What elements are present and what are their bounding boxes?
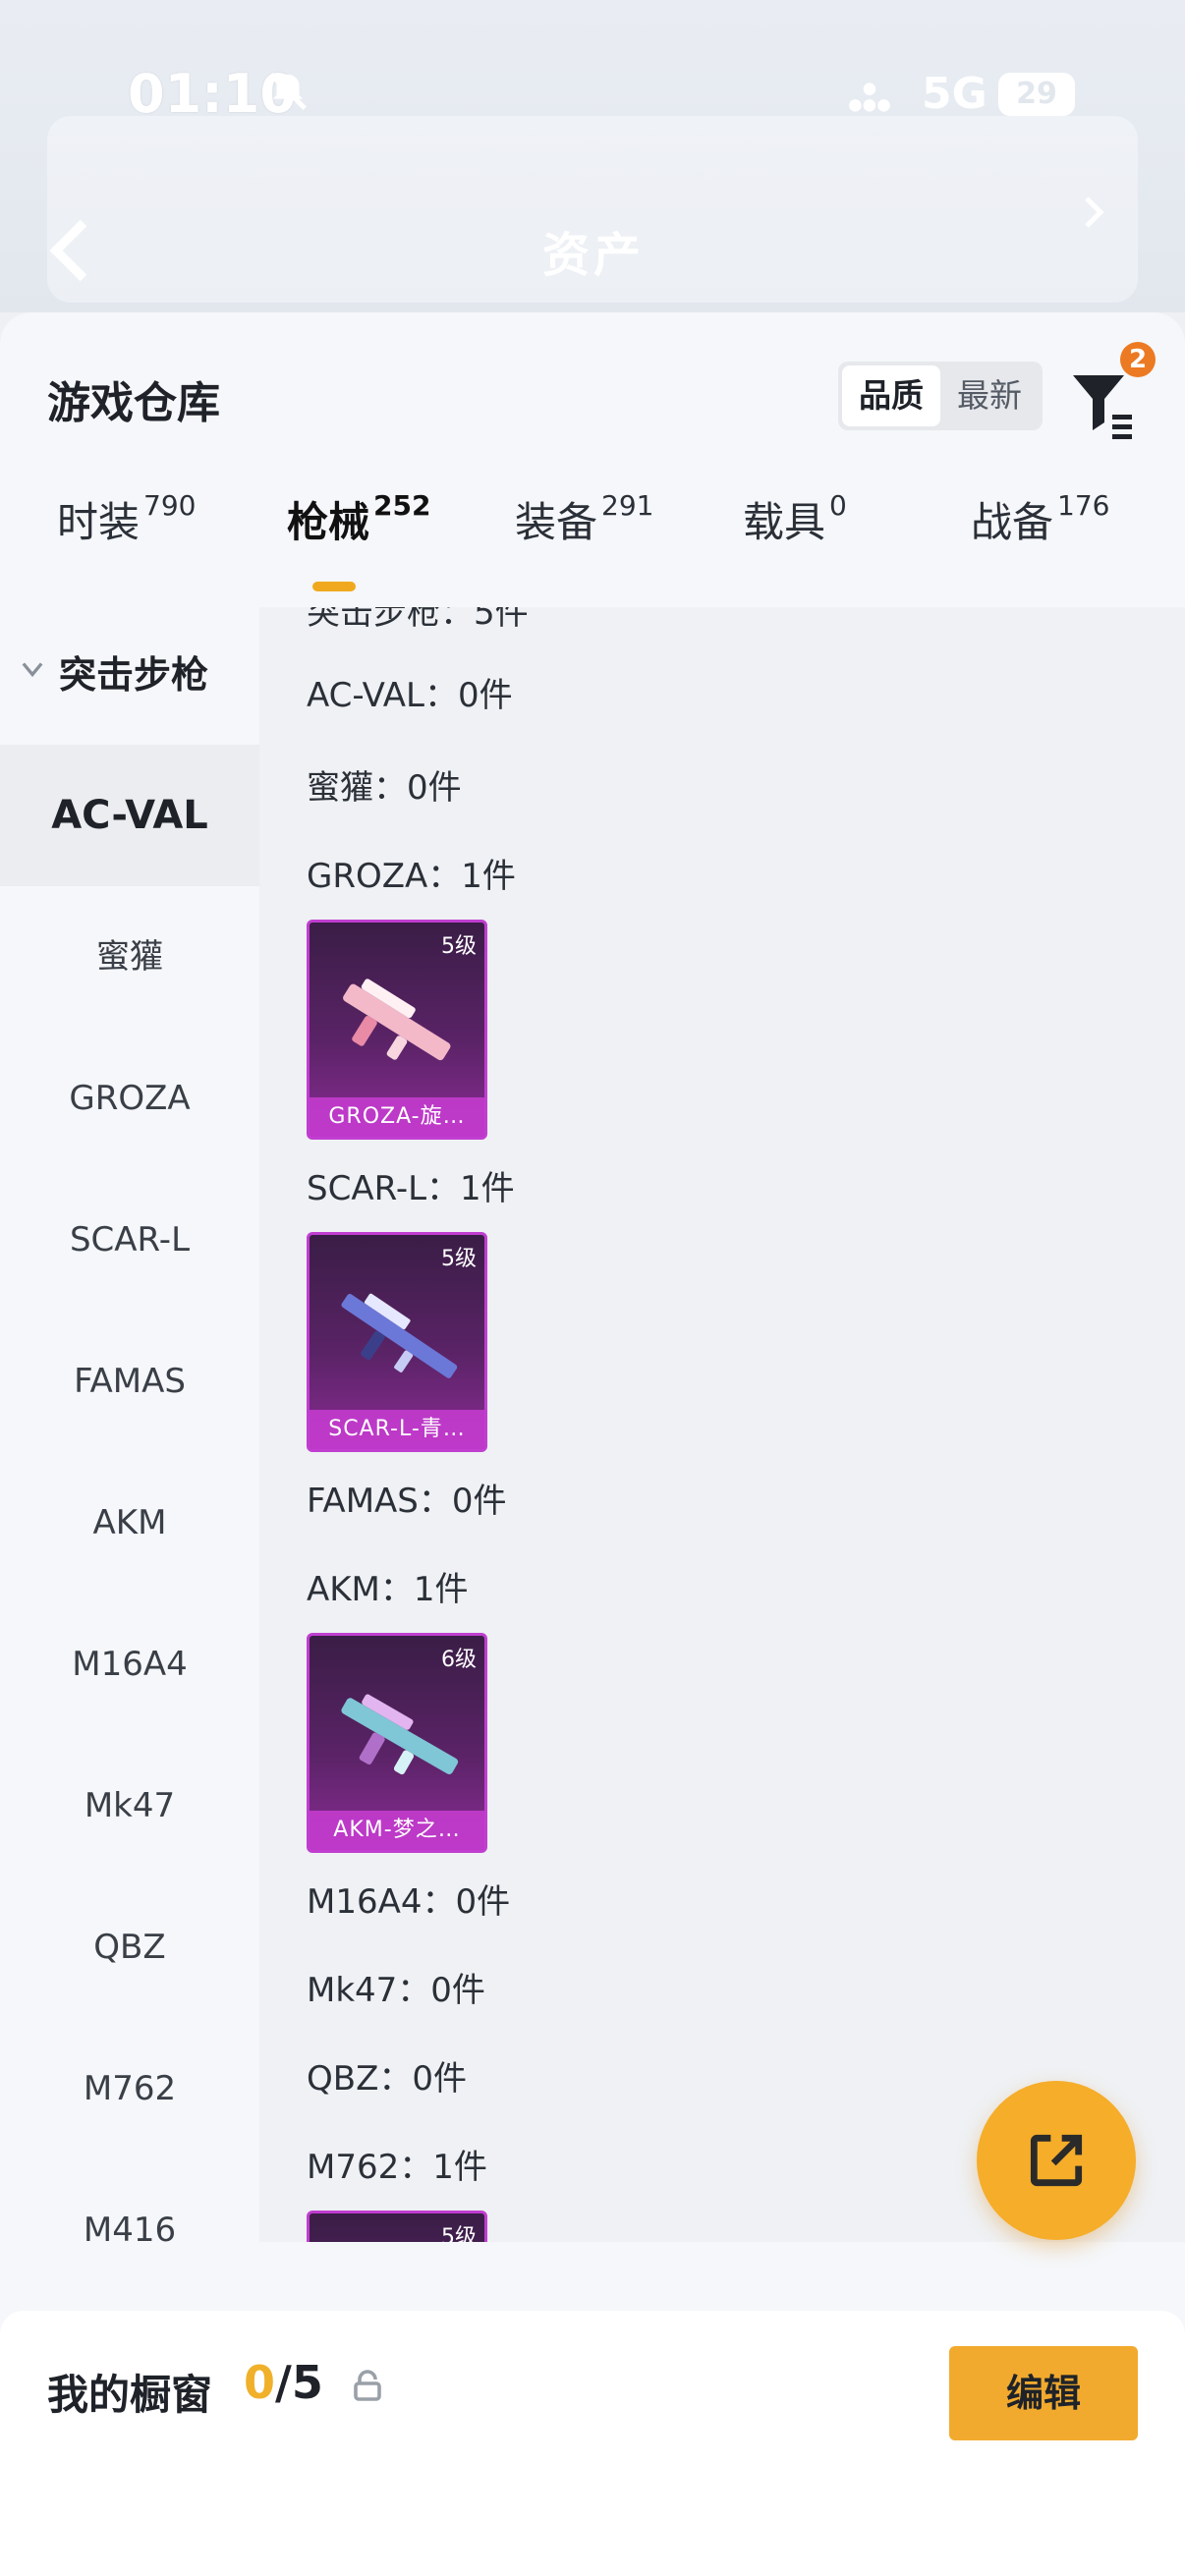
list-item: QBZ：0件 bbox=[307, 2059, 468, 2099]
sidebar-item-akm[interactable]: AKM bbox=[0, 1452, 259, 1594]
sidebar-item-m16a4[interactable]: M16A4 bbox=[0, 1594, 259, 1735]
tab-label: 装备 bbox=[515, 498, 598, 546]
sidebar-item-m416[interactable]: M416 bbox=[0, 2159, 259, 2301]
external-link-icon bbox=[1030, 2134, 1083, 2187]
list-item: M762：1件 bbox=[307, 2148, 487, 2187]
warehouse-panel: 游戏仓库 品质 最新 2 时装 790 枪械 252 装备 291 载具 0 战备 176 bbox=[0, 312, 1185, 2576]
sidebar-item-acval[interactable]: AC-VAL bbox=[0, 745, 259, 886]
panel-title: 游戏仓库 bbox=[47, 378, 220, 428]
tab-equipment[interactable]: 装备 291 bbox=[515, 489, 653, 549]
filter-count-badge: 2 bbox=[1120, 342, 1156, 377]
tab-count: 252 bbox=[373, 489, 431, 522]
chevron-right-icon[interactable] bbox=[1081, 195, 1104, 230]
tab-label: 时装 bbox=[57, 498, 141, 546]
list-item: FAMAS：0件 bbox=[307, 1482, 507, 1521]
edit-button[interactable]: 编辑 bbox=[949, 2346, 1138, 2440]
gun-skin-image bbox=[341, 1694, 459, 1775]
signal-icon bbox=[849, 83, 890, 112]
sidebar-item-groza[interactable]: GROZA bbox=[0, 1028, 259, 1169]
skin-name: AKM-梦之… bbox=[310, 1811, 484, 1850]
battery-icon: 29 bbox=[998, 73, 1075, 116]
list-item: 蜜獾：0件 bbox=[307, 768, 462, 808]
showcase-bar: 我的橱窗 0/5 编辑 bbox=[0, 2311, 1185, 2576]
tab-label: 枪械 bbox=[287, 498, 370, 546]
showcase-count: 0/5 bbox=[244, 2356, 323, 2409]
sidebar-item-famas[interactable]: FAMAS bbox=[0, 1311, 259, 1452]
tab-gear[interactable]: 战备 176 bbox=[971, 489, 1109, 549]
sidebar-group-label: 突击步枪 bbox=[59, 653, 209, 697]
showcase-label: 我的橱窗 bbox=[47, 2371, 213, 2419]
skin-level: 5级 bbox=[441, 1247, 477, 1271]
skin-name: SCAR-L-青… bbox=[310, 1410, 484, 1449]
page-title: 资产 bbox=[542, 228, 646, 283]
sidebar-item-honey-badger[interactable]: 蜜獾 bbox=[0, 886, 259, 1028]
gun-skin-image bbox=[343, 979, 451, 1061]
skin-card-scarl[interactable]: 5级 SCAR-L-青… bbox=[307, 1232, 487, 1452]
tab-count: 291 bbox=[601, 489, 654, 522]
weapon-list: 突击步枪：5件 AC-VAL：0件 蜜獾：0件 GROZA：1件 5级 GROZ… bbox=[259, 607, 1185, 2242]
list-item: SCAR-L：1件 bbox=[307, 1169, 515, 1208]
skin-level: 5级 bbox=[441, 934, 477, 959]
tab-label: 战备 bbox=[971, 498, 1054, 546]
tab-fashion[interactable]: 时装 790 bbox=[57, 489, 196, 549]
skin-card-akm[interactable]: 6级 AKM-梦之… bbox=[307, 1633, 487, 1853]
sidebar-item-qbz[interactable]: QBZ bbox=[0, 1876, 259, 2018]
tab-count: 176 bbox=[1057, 489, 1110, 522]
active-tab-indicator bbox=[312, 582, 356, 591]
network-label: 5G bbox=[922, 69, 988, 119]
weapon-category-sidebar: 突击步枪 AC-VAL 蜜獾 GROZA SCAR-L FAMAS AKM M1… bbox=[0, 603, 259, 2250]
chevron-down-icon bbox=[22, 662, 43, 678]
share-button[interactable] bbox=[977, 2081, 1136, 2240]
filter-icon[interactable] bbox=[1069, 364, 1136, 442]
tab-label: 载具 bbox=[743, 498, 826, 546]
top-header: 01:10 5G 29 资产 bbox=[0, 0, 1185, 312]
category-tabs: 时装 790 枪械 252 装备 291 载具 0 战备 176 bbox=[0, 489, 1185, 607]
tab-count: 0 bbox=[829, 489, 847, 522]
list-item: AC-VAL：0件 bbox=[307, 676, 513, 715]
section-header: 突击步枪：5件 bbox=[307, 607, 529, 633]
skin-card-m762[interactable]: 5级 bbox=[307, 2211, 487, 2242]
list-item: Mk47：0件 bbox=[307, 1971, 485, 2010]
lock-icon bbox=[354, 2370, 381, 2401]
sidebar-item-scarl[interactable]: SCAR-L bbox=[0, 1169, 259, 1311]
showcase-total: /5 bbox=[275, 2356, 323, 2409]
tab-vehicles[interactable]: 载具 0 bbox=[743, 489, 847, 549]
skin-level: 6级 bbox=[441, 1648, 477, 1672]
list-item: GROZA：1件 bbox=[307, 857, 516, 896]
showcase-current: 0 bbox=[244, 2356, 276, 2409]
sidebar-group-assault-rifles[interactable]: 突击步枪 bbox=[0, 603, 259, 745]
sidebar-item-mk47[interactable]: Mk47 bbox=[0, 1735, 259, 1876]
tab-count: 790 bbox=[143, 489, 197, 522]
bell-muted-icon bbox=[269, 73, 307, 110]
gun-skin-image bbox=[341, 1293, 458, 1378]
sort-newest[interactable]: 最新 bbox=[940, 365, 1039, 426]
skin-level: 5级 bbox=[441, 2225, 477, 2242]
sidebar-item-m762[interactable]: M762 bbox=[0, 2018, 259, 2159]
tab-guns[interactable]: 枪械 252 bbox=[287, 489, 430, 549]
list-item: AKM：1件 bbox=[307, 1570, 469, 1609]
skin-name: GROZA-旋… bbox=[310, 1097, 484, 1137]
sort-toggle: 品质 最新 bbox=[838, 362, 1043, 430]
list-item: M16A4：0件 bbox=[307, 1882, 511, 1922]
sort-quality[interactable]: 品质 bbox=[842, 365, 940, 426]
skin-card-groza[interactable]: 5级 GROZA-旋… bbox=[307, 920, 487, 1140]
back-arrow-icon[interactable] bbox=[45, 216, 94, 285]
